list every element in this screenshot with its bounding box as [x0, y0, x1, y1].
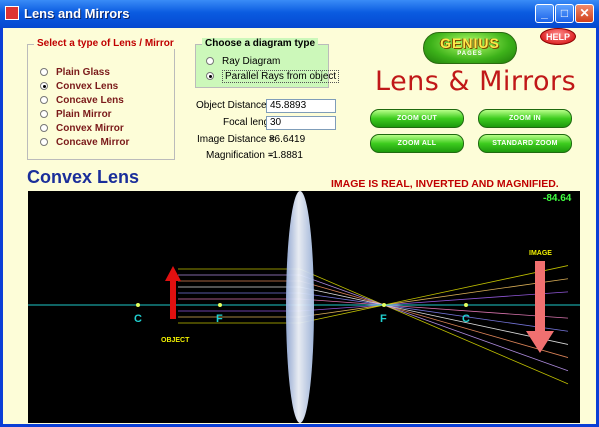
object-distance-input[interactable]: 45.8893: [266, 99, 336, 113]
optics-svg: C F F C OBJECT IMAGE -84.64: [28, 191, 580, 423]
image-distance-label: Image Distance =: [197, 134, 276, 145]
zoom-all-button[interactable]: ZOOM ALL: [370, 134, 464, 153]
option-label: Parallel Rays from object: [222, 70, 340, 83]
focal-length-input[interactable]: 30: [266, 116, 336, 130]
magnification-label: Magnification =: [206, 150, 274, 161]
diagram-type-group: Choose a diagram type Ray Diagram Parall…: [195, 38, 340, 88]
window-title: Lens and Mirrors: [24, 6, 130, 21]
option-label: Concave Mirror: [56, 137, 130, 148]
object-distance-label: Object Distance =: [196, 100, 276, 111]
maximize-button[interactable]: □: [555, 4, 574, 23]
focal-point-marker: [464, 303, 468, 307]
radio-plain-mirror[interactable]: Plain Mirror: [40, 109, 112, 123]
convex-lens-shape: [286, 191, 314, 423]
image-arrow: [526, 261, 554, 353]
radio-concave-mirror[interactable]: Concave Mirror: [40, 137, 129, 151]
radio-button-selected[interactable]: [206, 72, 214, 80]
lens-type-heading: Convex Lens: [27, 167, 140, 187]
radio-parallel-rays[interactable]: Parallel Rays from object: [206, 70, 340, 83]
help-button[interactable]: HELP: [540, 28, 576, 45]
radio-ray-diagram[interactable]: Ray Diagram: [206, 56, 280, 67]
radio-plain-glass[interactable]: Plain Glass: [40, 67, 110, 81]
radio-convex-lens[interactable]: Convex Lens: [40, 81, 118, 95]
option-label: Plain Mirror: [56, 109, 112, 120]
focal-point-marker: [382, 303, 386, 307]
light-ray: [178, 286, 569, 345]
close-button[interactable]: ✕: [575, 4, 594, 23]
app-window: Lens and Mirrors _ □ ✕ Select a type of …: [0, 0, 599, 427]
object-label: OBJECT: [161, 337, 190, 344]
radio-convex-mirror[interactable]: Convex Mirror: [40, 123, 124, 137]
logo-main-text: GENIUS: [440, 35, 500, 51]
radio-button[interactable]: [40, 110, 48, 118]
radio-button[interactable]: [40, 68, 48, 76]
option-label: Concave Lens: [56, 95, 124, 106]
standard-zoom-button[interactable]: STANDARD ZOOM: [478, 134, 572, 153]
image-status-text: IMAGE IS REAL, INVERTED AND MAGNIFIED.: [331, 178, 559, 190]
option-label: Convex Lens: [56, 81, 119, 92]
light-ray: [178, 280, 569, 358]
focal-point-label: C: [134, 313, 142, 325]
optics-diagram[interactable]: C F F C OBJECT IMAGE -84.64: [28, 191, 580, 423]
option-label: Ray Diagram: [222, 56, 281, 67]
diagram-group-title: Choose a diagram type: [202, 38, 319, 49]
radio-button[interactable]: [40, 138, 48, 146]
image-label: IMAGE: [529, 250, 552, 257]
focal-point-marker: [218, 303, 222, 307]
radio-button-selected[interactable]: [40, 82, 48, 90]
radio-button[interactable]: [40, 124, 48, 132]
lens-type-group: Select a type of Lens / Mirror Plain Gla…: [27, 38, 177, 160]
app-title: Lens & Mirrors: [375, 66, 577, 97]
app-icon: [5, 6, 19, 20]
light-ray: [178, 268, 569, 385]
genius-logo: GENIUS PAGES: [423, 32, 517, 64]
image-distance-value: 86.6419: [269, 134, 306, 145]
lens-group-title: Select a type of Lens / Mirror: [34, 38, 177, 49]
minimize-button[interactable]: _: [535, 4, 554, 23]
coordinate-readout: -84.64: [543, 193, 572, 204]
client-area: Select a type of Lens / Mirror Plain Gla…: [3, 28, 596, 424]
radio-button[interactable]: [40, 96, 48, 104]
ray-group: [178, 265, 569, 385]
light-ray: [178, 265, 569, 324]
focal-point-marker: [136, 303, 140, 307]
focal-point-label: F: [380, 313, 387, 325]
radio-button[interactable]: [206, 57, 214, 65]
title-bar[interactable]: Lens and Mirrors _ □ ✕: [0, 0, 599, 28]
zoom-out-button[interactable]: ZOOM OUT: [370, 109, 464, 128]
focal-point-label: C: [462, 313, 470, 325]
radio-concave-lens[interactable]: Concave Lens: [40, 95, 124, 109]
option-label: Plain Glass: [56, 67, 110, 78]
focal-point-label: F: [216, 313, 223, 325]
option-label: Convex Mirror: [56, 123, 124, 134]
magnification-value: -1.8881: [269, 150, 303, 161]
logo-sub-text: PAGES: [457, 51, 483, 57]
zoom-in-button[interactable]: ZOOM IN: [478, 109, 572, 128]
